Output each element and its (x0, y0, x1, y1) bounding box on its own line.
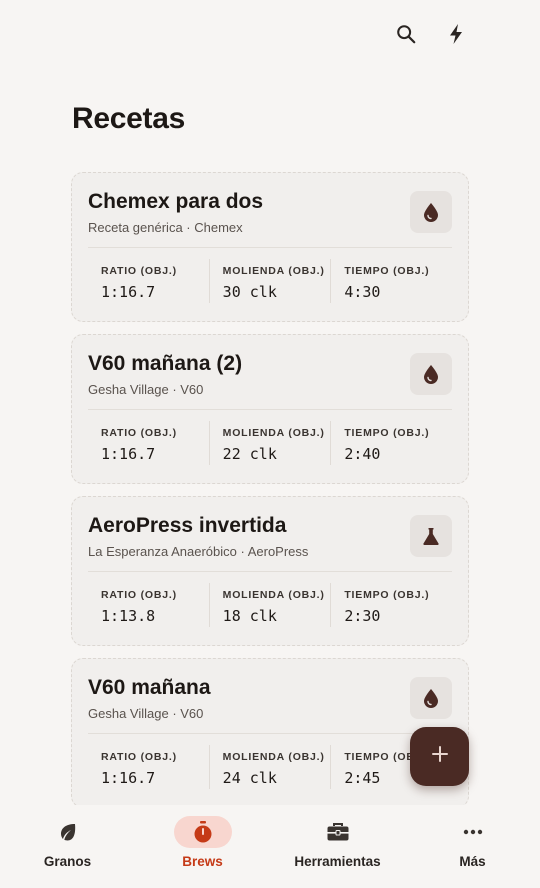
recipe-list: Chemex para dos Receta genérica · Chemex… (71, 172, 469, 805)
stat-grind: MOLIENDA (OBJ.) 22 clk (208, 421, 331, 465)
card-divider (88, 733, 452, 734)
recipe-card[interactable]: V60 mañana Gesha Village · V60 RATIO (OB… (71, 658, 469, 805)
nav-label: Granos (43, 854, 92, 869)
stat-value: 2:30 (344, 607, 381, 625)
stat-grind: MOLIENDA (OBJ.) 18 clk (208, 583, 331, 627)
stat-label: TIEMPO (OBJ.) (344, 265, 430, 277)
lightning-bolt-icon[interactable] (442, 20, 470, 48)
recipe-card[interactable]: AeroPress invertida La Esperanza Anaerób… (71, 496, 469, 646)
stat-label: MOLIENDA (OBJ.) (222, 265, 325, 277)
stat-ratio: RATIO (OBJ.) 1:16.7 (88, 421, 209, 465)
search-icon[interactable] (392, 20, 420, 48)
toolbox-icon (309, 816, 367, 848)
card-divider (88, 409, 452, 410)
plus-icon (431, 745, 449, 768)
drop-icon (410, 677, 452, 719)
stat-value: 1:16.7 (101, 769, 156, 787)
nav-label: Brews (182, 854, 223, 869)
recipe-subtitle: Gesha Village · V60 (88, 706, 204, 721)
nav-item-mas[interactable]: Más (405, 806, 540, 888)
page-title: Recetas (72, 102, 185, 135)
stat-label: RATIO (OBJ.) (101, 265, 177, 277)
recipe-subtitle: Gesha Village · V60 (88, 382, 204, 397)
stat-time: TIEMPO (OBJ.) 4:30 (330, 259, 452, 303)
stat-value: 24 clk (222, 769, 277, 787)
nav-item-brews[interactable]: Brews (135, 806, 270, 888)
recipe-title: AeroPress invertida (88, 514, 287, 537)
stat-label: MOLIENDA (OBJ.) (222, 751, 325, 763)
recipe-title: V60 mañana (2) (88, 352, 243, 375)
nav-label: Herramientas (294, 854, 381, 869)
drop-icon (410, 191, 452, 233)
stat-time: TIEMPO (OBJ.) 2:40 (330, 421, 452, 465)
stat-grind: MOLIENDA (OBJ.) 24 clk (208, 745, 331, 789)
stat-label: MOLIENDA (OBJ.) (222, 589, 325, 601)
recipe-stats: RATIO (OBJ.) 1:16.7 MOLIENDA (OBJ.) 30 c… (88, 259, 452, 303)
recipe-stats: RATIO (OBJ.) 1:16.7 MOLIENDA (OBJ.) 24 c… (88, 745, 452, 789)
recipe-subtitle: La Esperanza Anaeróbico · AeroPress (88, 544, 309, 559)
stat-value: 18 clk (222, 607, 277, 625)
top-app-bar (0, 0, 540, 70)
stat-label: TIEMPO (OBJ.) (344, 427, 430, 439)
stat-value: 1:16.7 (101, 445, 156, 463)
stat-value: 30 clk (222, 283, 277, 301)
stat-label: RATIO (OBJ.) (101, 589, 177, 601)
recipe-stats: RATIO (OBJ.) 1:13.8 MOLIENDA (OBJ.) 18 c… (88, 583, 452, 627)
add-recipe-button[interactable] (410, 727, 469, 786)
stat-ratio: RATIO (OBJ.) 1:13.8 (88, 583, 209, 627)
stat-value: 2:40 (344, 445, 381, 463)
stat-ratio: RATIO (OBJ.) 1:16.7 (88, 259, 209, 303)
stat-label: TIEMPO (OBJ.) (344, 589, 430, 601)
stat-ratio: RATIO (OBJ.) 1:16.7 (88, 745, 209, 789)
stat-label: RATIO (OBJ.) (101, 751, 177, 763)
recipe-title: Chemex para dos (88, 190, 264, 213)
stat-value: 1:16.7 (101, 283, 156, 301)
card-divider (88, 247, 452, 248)
nav-label: Más (459, 854, 486, 869)
stat-grind: MOLIENDA (OBJ.) 30 clk (208, 259, 331, 303)
recipe-card[interactable]: Chemex para dos Receta genérica · Chemex… (71, 172, 469, 322)
stat-value: 22 clk (222, 445, 277, 463)
stat-label: MOLIENDA (OBJ.) (222, 427, 325, 439)
nav-item-herramientas[interactable]: Herramientas (270, 806, 405, 888)
flask-icon (410, 515, 452, 557)
stopwatch-icon (173, 816, 232, 848)
recipe-stats: RATIO (OBJ.) 1:16.7 MOLIENDA (OBJ.) 22 c… (88, 421, 452, 465)
recipe-subtitle: Receta genérica · Chemex (88, 220, 243, 235)
stat-label: RATIO (OBJ.) (101, 427, 177, 439)
card-divider (88, 571, 452, 572)
drop-icon (410, 353, 452, 395)
bottom-navigation: Granos Brews Herramientas Más (0, 806, 540, 888)
nav-item-granos[interactable]: Granos (0, 806, 135, 888)
stat-time: TIEMPO (OBJ.) 2:30 (330, 583, 452, 627)
more-dots-icon (444, 816, 502, 848)
stat-value: 4:30 (344, 283, 381, 301)
stat-value: 1:13.8 (101, 607, 156, 625)
leaf-icon (39, 816, 97, 848)
recipe-card[interactable]: V60 mañana (2) Gesha Village · V60 RATIO… (71, 334, 469, 484)
recipe-title: V60 mañana (88, 676, 211, 699)
